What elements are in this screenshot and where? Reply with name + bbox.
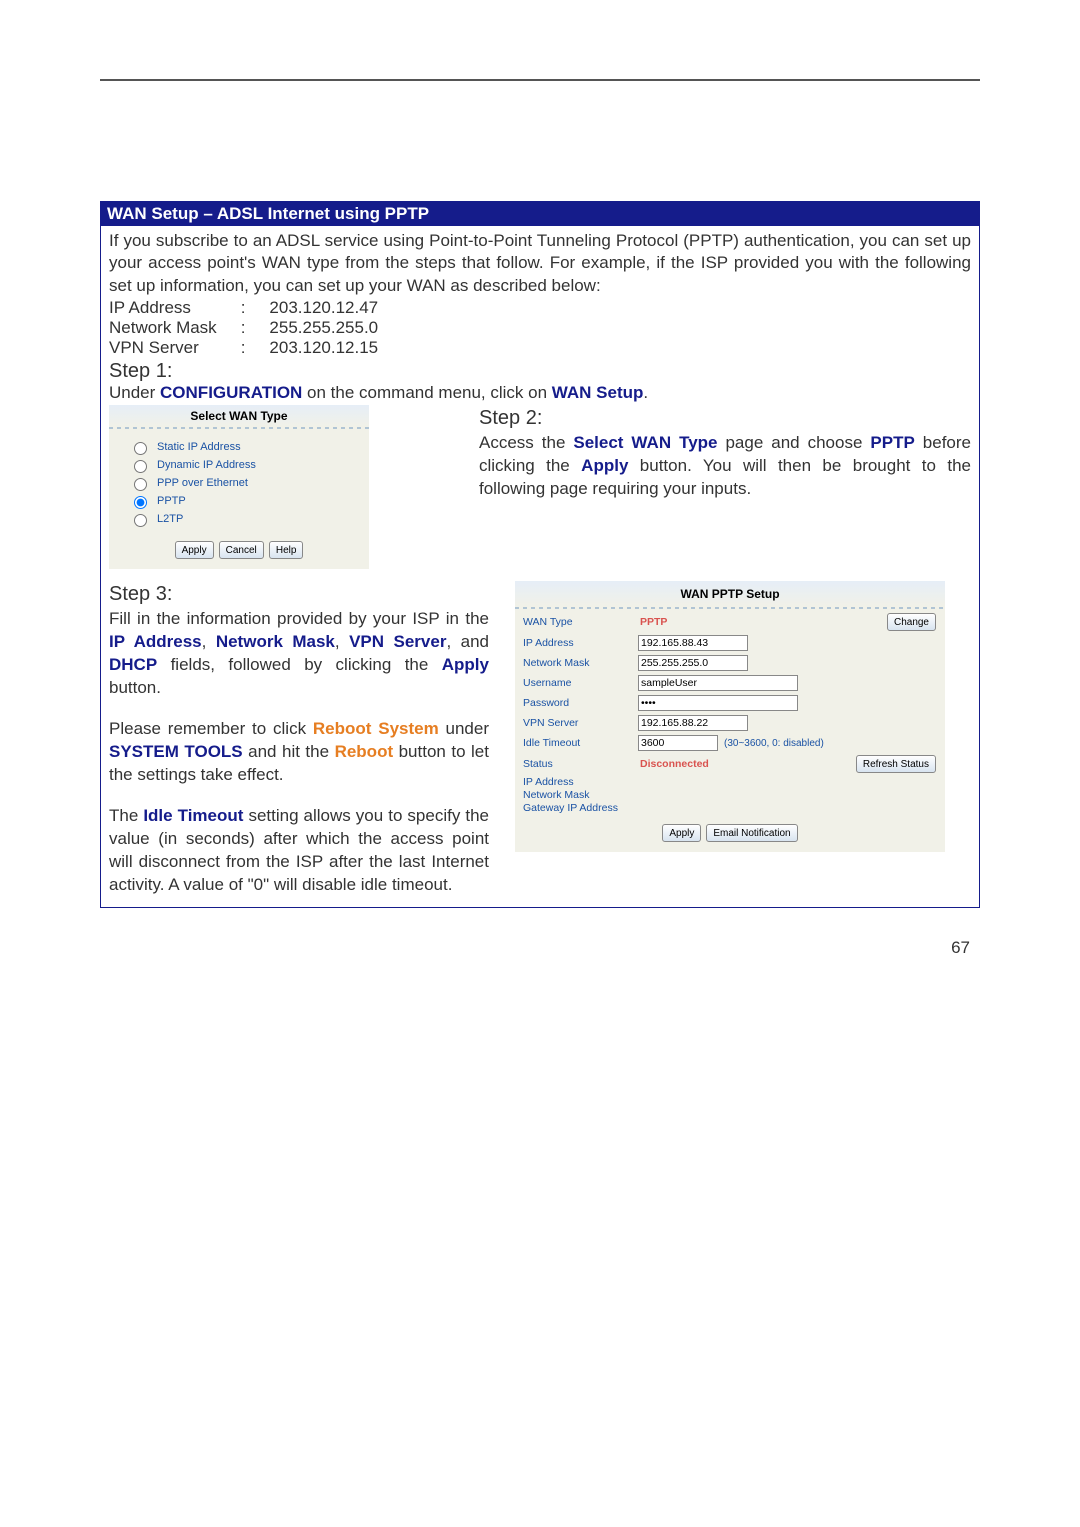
pptp-nm-input[interactable] xyxy=(638,655,748,671)
pptp-idle-label: Idle Timeout xyxy=(523,737,638,749)
pptp-ip-input[interactable] xyxy=(638,635,748,651)
section-banner: WAN Setup – ADSL Internet using PPTP xyxy=(101,202,979,226)
pptp-pass-input[interactable] xyxy=(638,695,798,711)
email-notification-button[interactable]: Email Notification xyxy=(706,824,797,842)
pptp-user-label: Username xyxy=(523,677,638,689)
pptp-wan-type-label: WAN Type xyxy=(523,616,638,628)
pptp-ext-gw: Gateway IP Address xyxy=(515,801,945,814)
step3-para3: The Idle Timeout setting allows you to s… xyxy=(109,805,489,897)
pptp-pass-label: Password xyxy=(523,697,638,709)
kv-ip-label: IP Address xyxy=(109,298,241,318)
pptp-user-input[interactable] xyxy=(638,675,798,691)
pptp-wan-type-value: PPTP xyxy=(640,616,667,628)
apply-button[interactable]: Apply xyxy=(175,541,214,559)
kv-vpn-label: VPN Server xyxy=(109,338,241,358)
instruction-box: WAN Setup – ADSL Internet using PPTP If … xyxy=(100,201,980,908)
pptp-status-value: Disconnected xyxy=(640,758,709,770)
intro-text: If you subscribe to an ADSL service usin… xyxy=(101,226,979,299)
change-button[interactable]: Change xyxy=(887,613,936,631)
page-number: 67 xyxy=(100,938,980,958)
select-wan-type-panel: Select WAN Type Static IP Address Dynami… xyxy=(109,405,369,569)
pptp-title: WAN PPTP Setup xyxy=(515,581,945,607)
kv-nm-label: Network Mask xyxy=(109,318,241,338)
refresh-status-button[interactable]: Refresh Status xyxy=(856,755,936,773)
pptp-idle-input[interactable] xyxy=(638,735,718,751)
pptp-vpn-label: VPN Server xyxy=(523,717,638,729)
step3-para2: Please remember to click Reboot System u… xyxy=(109,718,489,787)
kv-vpn-value: 203.120.12.15 xyxy=(269,338,402,358)
step1-heading: Step 1: xyxy=(101,358,979,383)
radio-static-ip[interactable]: Static IP Address xyxy=(129,439,357,455)
pptp-ip-label: IP Address xyxy=(523,637,638,649)
radio-dynamic-ip[interactable]: Dynamic IP Address xyxy=(129,457,357,473)
isp-info-table: IP Address:203.120.12.47 Network Mask:25… xyxy=(101,298,979,358)
kv-nm-value: 255.255.255.0 xyxy=(269,318,402,338)
wan-pptp-setup-panel: WAN PPTP Setup WAN Type PPTP Change IP A… xyxy=(515,581,945,852)
pptp-status-label: Status xyxy=(523,758,638,770)
pptp-ext-nm: Network Mask xyxy=(515,788,945,801)
step1-text: Under CONFIGURATION on the command menu,… xyxy=(101,383,979,405)
divider xyxy=(100,79,980,81)
radio-pppoe[interactable]: PPP over Ethernet xyxy=(129,475,357,491)
kv-ip-value: 203.120.12.47 xyxy=(269,298,402,318)
select-wan-type-title: Select WAN Type xyxy=(109,405,369,427)
pptp-vpn-input[interactable] xyxy=(638,715,748,731)
help-button[interactable]: Help xyxy=(269,541,304,559)
step3-heading: Step 3: xyxy=(109,581,489,608)
apply-button[interactable]: Apply xyxy=(662,824,701,842)
pptp-ext-ip: IP Address xyxy=(515,775,945,788)
pptp-nm-label: Network Mask xyxy=(523,657,638,669)
step2-heading: Step 2: xyxy=(479,405,971,432)
radio-pptp[interactable]: PPTP xyxy=(129,493,357,509)
step3-para1: Fill in the information provided by your… xyxy=(109,608,489,700)
cancel-button[interactable]: Cancel xyxy=(219,541,264,559)
radio-l2tp[interactable]: L2TP xyxy=(129,511,357,527)
